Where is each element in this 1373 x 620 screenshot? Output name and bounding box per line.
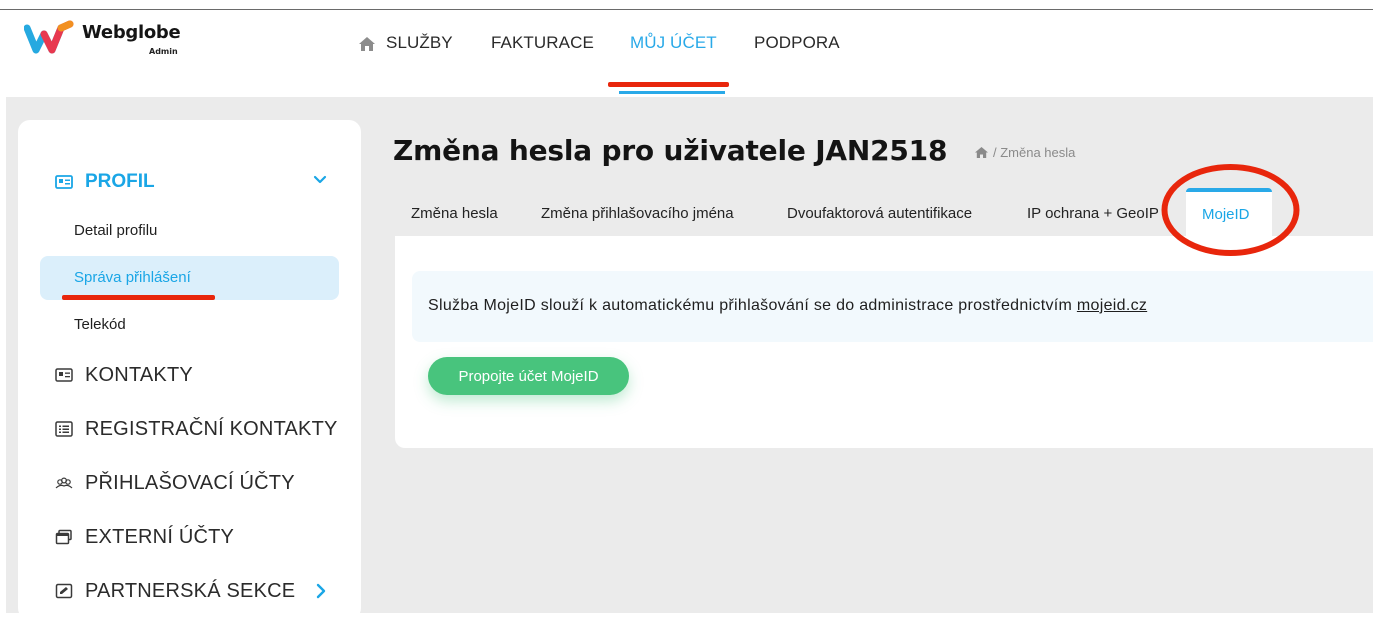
- list-icon: [55, 421, 73, 437]
- id-card-icon: [55, 368, 73, 382]
- nav-item-sluzby[interactable]: SLUŽBY: [358, 33, 453, 53]
- logo-brand-text: Webglobe: [82, 22, 181, 43]
- annotation-circle: [1161, 164, 1300, 256]
- nav-item-sluzby-label: SLUŽBY: [386, 33, 453, 52]
- home-icon: [359, 37, 375, 51]
- users-icon: [55, 477, 73, 489]
- connect-mojeid-button[interactable]: Propojte účet MojeID: [428, 357, 629, 395]
- sidebar-item-externi-ucty-label: EXTERNÍ ÚČTY: [85, 525, 235, 548]
- sidebar-item-externi-ucty[interactable]: EXTERNÍ ÚČTY: [55, 524, 234, 550]
- sidebar-item-registracni-kontakty[interactable]: REGISTRAČNÍ KONTAKTY: [55, 416, 338, 442]
- sidebar-item-partnerska-sekce[interactable]: PARTNERSKÁ SEKCE: [55, 578, 295, 604]
- page-title: Změna hesla pro uživatele JAN2518: [393, 134, 948, 167]
- tab-ip-ochrana-geoip[interactable]: IP ochrana + GeoIP: [1027, 205, 1180, 222]
- sidebar-item-registracni-kontakty-label: REGISTRAČNÍ KONTAKTY: [85, 417, 338, 440]
- content-card: [395, 236, 1373, 448]
- annotation-underline-sidebar: [62, 295, 215, 300]
- nav-item-muj-ucet[interactable]: MŮJ ÚČET: [630, 33, 717, 53]
- home-icon[interactable]: [974, 146, 989, 159]
- window-stack-icon: [55, 529, 72, 545]
- chevron-right-icon[interactable]: [314, 582, 328, 600]
- webglobe-logo[interactable]: Webglobe Admin: [24, 20, 204, 64]
- chevron-down-icon[interactable]: [312, 172, 328, 188]
- mojeid-link[interactable]: mojeid.cz: [1077, 297, 1147, 314]
- id-card-icon: [55, 175, 73, 189]
- tab-zmena-hesla[interactable]: Změna hesla: [411, 205, 498, 222]
- sidebar-item-kontakty[interactable]: KONTAKTY: [55, 362, 193, 388]
- tab-zmena-prihlasovaciho-jmena[interactable]: Změna přihlašovacího jména: [541, 205, 734, 222]
- sidebar-item-profil[interactable]: PROFIL: [55, 170, 155, 194]
- connect-mojeid-button-label: Propojte účet MojeID: [458, 368, 599, 385]
- tab-dvoufaktorova-autentifikace[interactable]: Dvoufaktorová autentifikace: [787, 205, 972, 222]
- nav-active-indicator: [619, 91, 725, 94]
- sidebar-item-prihlasovaci-ucty[interactable]: PŘIHLAŠOVACÍ ÚČTY: [55, 470, 295, 496]
- breadcrumb-current: / Změna hesla: [993, 144, 1076, 160]
- sidebar-item-profil-label: PROFIL: [85, 171, 155, 192]
- info-text-body: Služba MojeID slouží k automatickému při…: [428, 297, 1073, 314]
- breadcrumb: / Změna hesla: [974, 144, 1075, 160]
- nav-item-fakturace[interactable]: FAKTURACE: [491, 33, 594, 53]
- webglobe-logo-icon: [24, 20, 74, 54]
- annotation-underline-nav: [608, 82, 729, 87]
- sidebar-item-prihlasovaci-ucty-label: PŘIHLAŠOVACÍ ÚČTY: [85, 471, 295, 494]
- logo-sub-text: Admin: [149, 47, 178, 56]
- edit-icon: [55, 583, 73, 599]
- nav-item-podpora[interactable]: PODPORA: [754, 33, 840, 53]
- sidebar-item-telekod[interactable]: Telekód: [74, 316, 126, 333]
- info-text: Služba MojeID slouží k automatickému při…: [428, 297, 1147, 315]
- sidebar-item-sprava-prihlaseni[interactable]: Správa přihlášení: [74, 269, 191, 286]
- sidebar-item-kontakty-label: KONTAKTY: [85, 363, 193, 386]
- sidebar-item-detail-profilu[interactable]: Detail profilu: [74, 222, 157, 239]
- sidebar-item-partnerska-sekce-label: PARTNERSKÁ SEKCE: [85, 579, 296, 602]
